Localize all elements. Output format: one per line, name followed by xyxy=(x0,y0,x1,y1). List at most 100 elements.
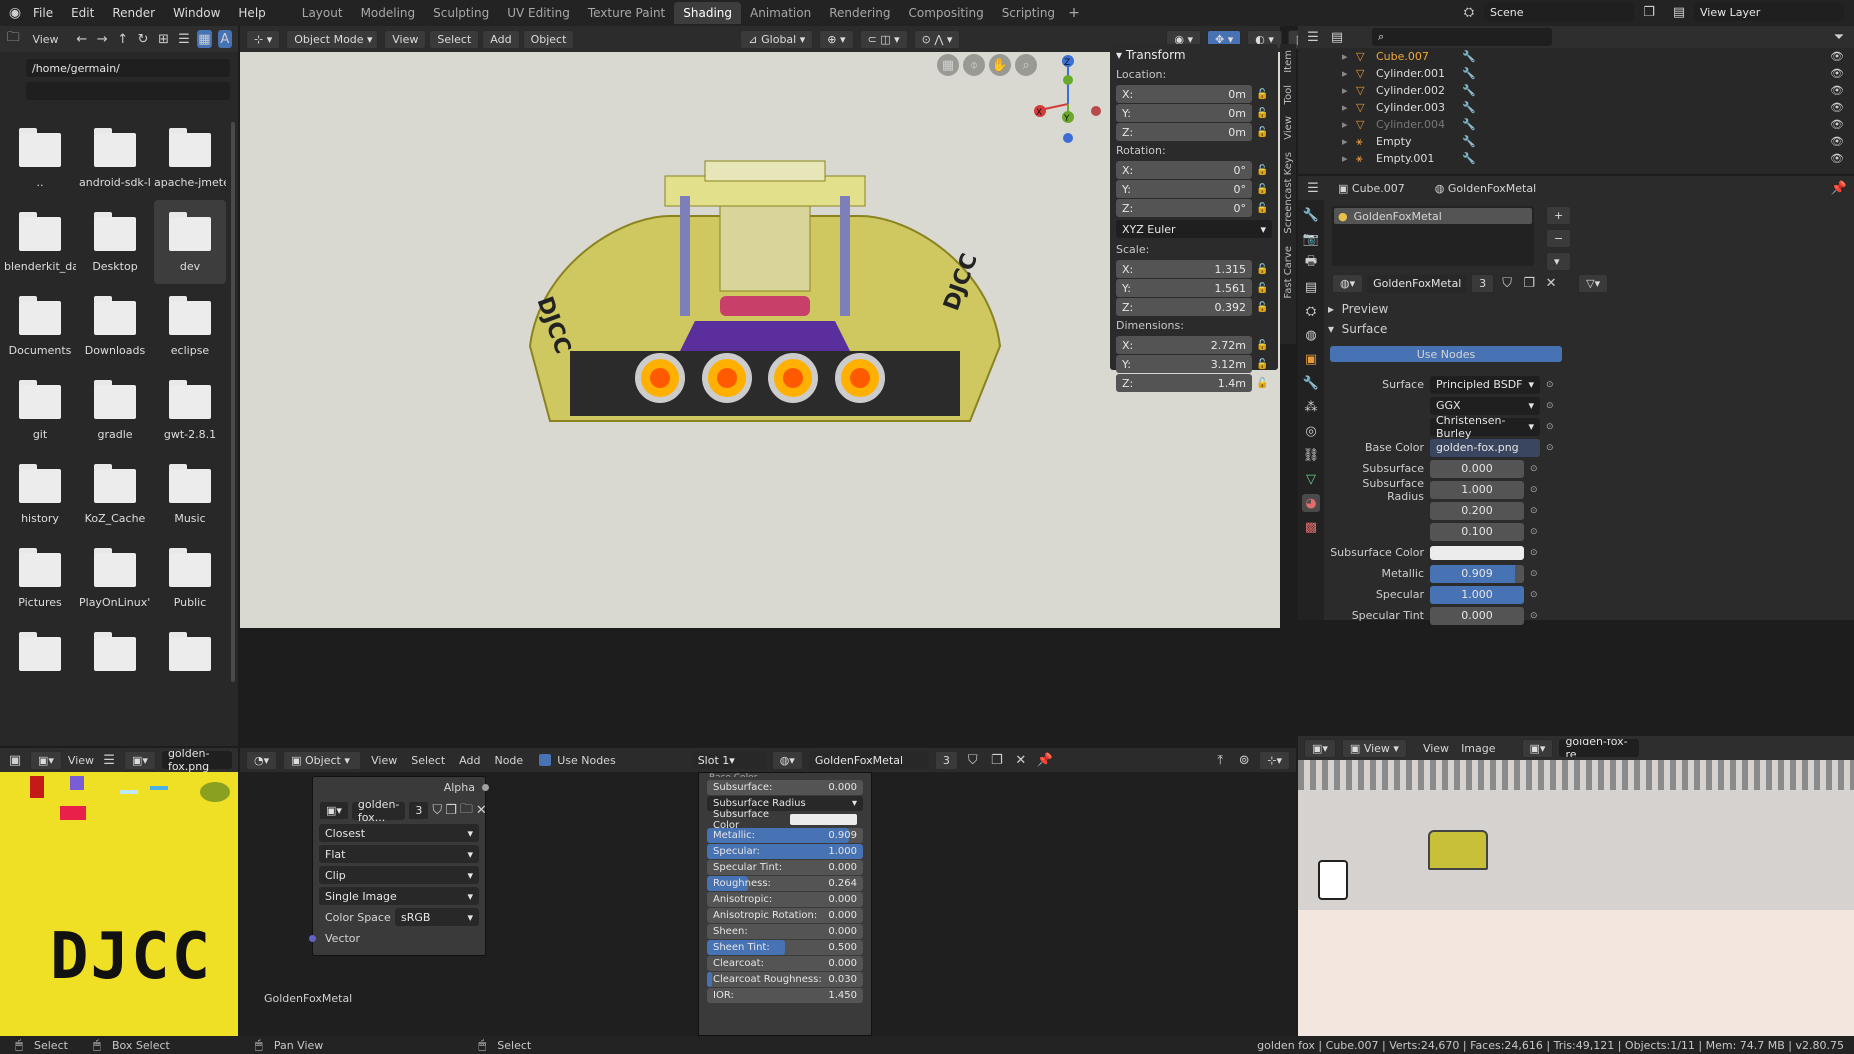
outliner-search[interactable]: ⌕ xyxy=(1372,28,1552,46)
vector-socket[interactable]: Vector xyxy=(309,929,479,947)
node-image-browse[interactable]: ▣▾ xyxy=(319,801,349,820)
folder-item[interactable]: git xyxy=(4,368,76,452)
viewport-menu-select[interactable]: Select xyxy=(429,29,480,49)
outliner-row[interactable]: ▸ ▽ Cylinder.004 🔧 👁 xyxy=(1342,116,1844,133)
scene-field[interactable]: Scene xyxy=(1484,3,1634,21)
node-image-open-icon[interactable]: 🗀 xyxy=(460,802,473,820)
socket-dot-icon[interactable]: ⊙ xyxy=(1530,506,1538,516)
projection-dropdown[interactable]: Flat ▾ xyxy=(319,845,479,863)
folder-item[interactable] xyxy=(4,620,76,704)
use-nodes-checkbox[interactable] xyxy=(539,754,552,766)
back-icon[interactable]: ← xyxy=(75,30,89,48)
folder-item[interactable]: dev xyxy=(154,200,226,284)
lock-icon[interactable]: 🔓 xyxy=(1256,264,1272,275)
node-fake-user-icon[interactable]: ⛉ xyxy=(964,751,982,769)
dimensions-field[interactable]: Z: 1.4m xyxy=(1116,374,1252,392)
new-folder-icon[interactable]: ⊞ xyxy=(156,30,170,48)
preview-view-mode[interactable]: ▣ View ▾ xyxy=(1341,738,1407,758)
bsdf-input-row[interactable]: Clearcoat Roughness: 0.030 xyxy=(707,972,863,987)
preview-editor-type[interactable]: ▣▾ xyxy=(1304,738,1336,758)
particles-tab-icon[interactable]: ⁂ xyxy=(1302,398,1320,416)
grid-view-icon[interactable]: ▦ xyxy=(937,54,959,76)
material-name-field[interactable]: GoldenFoxMetal xyxy=(1367,274,1468,293)
orientation-dropdown[interactable]: ⊿ Global ▾ xyxy=(740,29,814,49)
texture-tab-icon[interactable]: ▩ xyxy=(1302,518,1320,536)
expand-icon[interactable]: ▸ xyxy=(1342,67,1356,80)
eye-icon[interactable]: 👁 xyxy=(1830,50,1844,63)
lock-icon[interactable]: 🔓 xyxy=(1256,108,1272,119)
folder-item[interactable]: PlayOnLinux'... xyxy=(79,536,151,620)
socket-dot-icon[interactable]: ⊙ xyxy=(1530,569,1538,579)
viewport-menu-view[interactable]: View xyxy=(384,29,427,49)
preview-menu-view[interactable]: View xyxy=(1423,742,1449,755)
remove-slot-button[interactable]: − xyxy=(1546,229,1572,248)
workspace-tab-rendering[interactable]: Rendering xyxy=(820,2,899,24)
modifier-tab-icon[interactable]: 🔧 xyxy=(1302,374,1320,392)
outliner-row[interactable]: ▸ ▽ Cylinder.002 🔧 👁 xyxy=(1342,82,1844,99)
blender-logo-icon[interactable]: ◉ xyxy=(6,4,24,22)
node-editor[interactable]: ◔▾ ▣ Object ▾ View Select Add Node Use Node… xyxy=(240,748,1296,1036)
rotation-field[interactable]: Z: 0° xyxy=(1116,199,1252,217)
proportional-toggle[interactable]: ⊙ ⋀ ▾ xyxy=(913,29,961,49)
scale-field[interactable]: Y: 1.561 xyxy=(1116,279,1252,297)
number-field[interactable]: 0.000 xyxy=(1430,606,1524,625)
rotation-field[interactable]: Y: 0° xyxy=(1116,180,1252,198)
bsdf-input-row[interactable]: Clearcoat: 0.000 xyxy=(707,956,863,971)
node-snap-dropdown[interactable]: ⊹▾ xyxy=(1259,750,1290,770)
alpha-socket[interactable]: Alpha xyxy=(313,777,489,797)
use-nodes-button[interactable]: Use Nodes xyxy=(1330,346,1562,362)
editor-type-icon[interactable]: 🗀 xyxy=(6,30,20,48)
properties-editor-icon[interactable]: ☰ xyxy=(1304,179,1322,197)
slot-dropdown[interactable]: Slot 1 ▾ xyxy=(691,751,766,769)
copy-scene-icon[interactable]: ❐ xyxy=(1640,3,1658,21)
workspace-tab-animation[interactable]: Animation xyxy=(741,2,820,24)
menu-render[interactable]: Render xyxy=(103,6,164,20)
world-tab-icon[interactable]: ◍ xyxy=(1302,326,1320,344)
interpolation-dropdown[interactable]: Closest ▾ xyxy=(319,824,479,842)
outliner-editor-icon[interactable]: ☰ xyxy=(1304,28,1322,46)
folder-item[interactable]: eclipse xyxy=(154,284,226,368)
socket-dot-icon[interactable]: ⊙ xyxy=(1530,590,1538,600)
lock-icon[interactable]: 🔓 xyxy=(1256,203,1272,214)
expand-icon[interactable]: ▸ xyxy=(1342,101,1356,114)
context-material[interactable]: ◍ GoldenFoxMetal xyxy=(1435,182,1536,195)
folder-item[interactable]: Pictures xyxy=(4,536,76,620)
linked-input[interactable]: golden-fox.png xyxy=(1430,438,1540,457)
folder-item[interactable]: android-sdk-li... xyxy=(79,116,151,200)
link-dropdown[interactable]: ▽▾ xyxy=(1578,274,1609,293)
node-image-fake-icon[interactable]: ⛉ xyxy=(432,802,442,820)
unlink-icon[interactable]: ✕ xyxy=(1542,275,1560,293)
socket-dot-icon[interactable]: ⊙ xyxy=(1530,548,1538,558)
node-image-unlink-icon[interactable]: ✕ xyxy=(476,802,487,820)
principled-bsdf-node[interactable]: Base Color Subsurface:0.000Subsurface Ra… xyxy=(698,772,872,1036)
pivot-dropdown[interactable]: ⊕ ▾ xyxy=(819,29,854,49)
socket-dot-icon[interactable]: ⊙ xyxy=(1546,422,1554,432)
eye-icon[interactable]: 👁 xyxy=(1830,67,1844,80)
car-model[interactable]: DJCC DJCC xyxy=(520,156,1010,436)
folder-item[interactable]: Downloads xyxy=(79,284,151,368)
extension-dropdown[interactable]: Clip ▾ xyxy=(319,866,479,884)
image-view-menu[interactable]: View xyxy=(68,754,94,767)
viewport-menu-object[interactable]: Object xyxy=(522,29,575,49)
outliner-row[interactable]: ▸ ⚹ Empty 🔧 👁 xyxy=(1342,133,1844,150)
image-editor-icon[interactable]: ▣ xyxy=(6,751,24,769)
menu-help[interactable]: Help xyxy=(229,6,274,20)
duplicate-icon[interactable]: ❐ xyxy=(1520,275,1538,293)
texture-canvas[interactable]: DJCC xyxy=(0,772,238,1036)
node-menu-select[interactable]: Select xyxy=(407,754,449,767)
file-scrollbar[interactable] xyxy=(231,122,235,682)
view-mode-dropdown[interactable]: ▣▾ xyxy=(30,750,62,770)
path-field[interactable]: /home/germain/ xyxy=(26,59,230,77)
bsdf-color-swatch[interactable] xyxy=(790,814,857,825)
users-count[interactable]: 3 xyxy=(1471,274,1495,293)
node-material-field[interactable]: GoldenFoxMetal xyxy=(808,751,929,769)
filename-field[interactable] xyxy=(26,82,230,100)
lock-icon[interactable]: 🔓 xyxy=(1256,359,1272,370)
sidebar-tab-fast-carve[interactable]: Fast Carve xyxy=(1280,240,1297,305)
mode-dropdown[interactable]: Object Mode ▾ xyxy=(286,29,379,49)
lock-icon[interactable]: 🔓 xyxy=(1256,165,1272,176)
render-tab-icon[interactable]: 📷 xyxy=(1302,230,1320,248)
editor-type-button[interactable]: ⊹ ▾ xyxy=(246,29,281,49)
outliner-row[interactable]: ▸ ⚹ Empty.001 🔧 👁 xyxy=(1342,150,1844,167)
hamburger-icon[interactable]: ☰ xyxy=(100,751,118,769)
